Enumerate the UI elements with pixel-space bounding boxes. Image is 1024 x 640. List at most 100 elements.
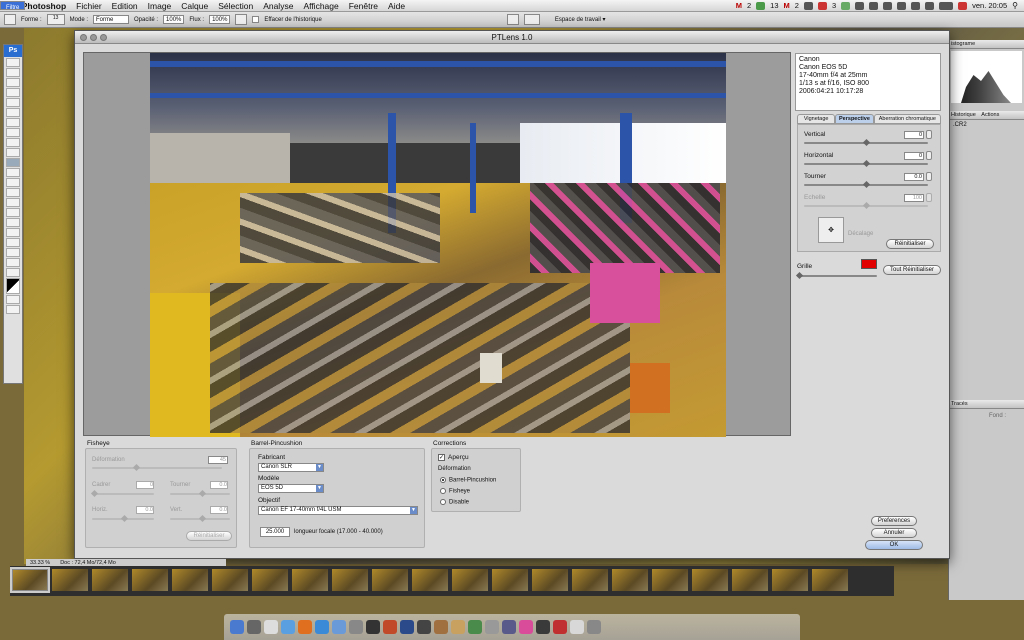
brush-tool-icon[interactable] <box>6 128 20 137</box>
effacer-historique-checkbox[interactable] <box>252 16 260 23</box>
ichat-icon[interactable] <box>315 620 329 634</box>
decalage-pad[interactable]: ✥ <box>818 217 844 243</box>
film-thumb[interactable] <box>412 569 448 591</box>
preferences-button[interactable]: Preferences <box>871 516 917 526</box>
tourner-slider-thumb[interactable] <box>862 180 871 189</box>
crop-tool-icon[interactable] <box>6 98 20 107</box>
app-icon[interactable] <box>485 620 499 634</box>
echelle-stepper[interactable] <box>926 193 932 202</box>
tab-perspective[interactable]: Perspective <box>835 114 874 124</box>
film-thumb[interactable] <box>572 569 608 591</box>
hand-tool-icon[interactable] <box>6 258 20 267</box>
acrobat-icon[interactable] <box>553 620 567 634</box>
volume-icon[interactable] <box>925 1 935 10</box>
workspace-menu[interactable]: Espace de travail ▾ <box>555 16 606 23</box>
perspective-reset-button[interactable]: Réinitialiser <box>886 239 934 249</box>
finder-icon[interactable] <box>230 620 244 634</box>
tourner-stepper[interactable] <box>926 172 932 181</box>
menu-calque[interactable]: Calque <box>176 0 213 12</box>
radio-barrel[interactable]: Barrel-Pincushion <box>440 477 496 484</box>
modele-select[interactable]: EOS 5D ▼ <box>258 484 324 493</box>
film-thumb[interactable] <box>252 569 288 591</box>
pen-tool-icon[interactable] <box>6 198 20 207</box>
app-icon[interactable] <box>366 620 380 634</box>
film-thumb[interactable] <box>732 569 768 591</box>
app-icon[interactable] <box>570 620 584 634</box>
fisheye-deformation-thumb[interactable] <box>132 463 141 472</box>
move-tool-icon[interactable] <box>6 58 20 67</box>
tab-aberration[interactable]: Aberration chromatique <box>873 114 941 124</box>
app-icon[interactable] <box>536 620 550 634</box>
app-icon[interactable] <box>434 620 448 634</box>
focal-length-field[interactable]: 25.000 <box>260 527 290 537</box>
film-thumb[interactable] <box>132 569 168 591</box>
type-tool-icon[interactable] <box>6 208 20 217</box>
fisheye-deformation-field[interactable]: 45 <box>208 456 228 464</box>
radio-barrel-button[interactable] <box>440 477 446 483</box>
fisheye-vert-thumb[interactable] <box>198 514 207 523</box>
slice-tool-icon[interactable] <box>6 108 20 117</box>
tourner-field[interactable]: 0.0 <box>904 173 924 181</box>
quick-mask-icon[interactable] <box>6 295 20 304</box>
fisheye-deformation-slider[interactable] <box>92 463 222 472</box>
address-book-icon[interactable] <box>332 620 346 634</box>
photoshop-app-icon[interactable] <box>400 620 414 634</box>
chat-icon[interactable] <box>756 1 766 10</box>
fisheye-tourner-slider[interactable] <box>170 489 230 498</box>
echelle-field[interactable]: 100 <box>904 194 924 202</box>
film-thumb[interactable] <box>692 569 728 591</box>
app-icon[interactable] <box>451 620 465 634</box>
apercu-checkbox-row[interactable]: ✓ Aperçu <box>438 454 469 461</box>
film-thumb[interactable] <box>492 569 528 591</box>
history-file-item[interactable]: .CR2 <box>949 120 1024 130</box>
tab-vignetage[interactable]: Vignetage <box>797 114 836 124</box>
eraser-tool-icon[interactable] <box>6 158 20 167</box>
menu-fenetre[interactable]: Fenêtre <box>344 0 383 12</box>
histogram-tab[interactable]: istograme <box>949 40 1024 49</box>
sync-icon[interactable] <box>869 1 879 10</box>
lasso-tool-icon[interactable] <box>6 78 20 87</box>
vertical-stepper[interactable] <box>926 130 932 139</box>
horizontal-stepper[interactable] <box>926 151 932 160</box>
fisheye-reset-button[interactable]: Réinitialiser <box>186 531 232 541</box>
fisheye-horiz-field[interactable]: 0.0 <box>136 506 154 514</box>
close-icon[interactable] <box>80 34 87 41</box>
notes-tool-icon[interactable] <box>6 238 20 247</box>
fisheye-cadrer-slider[interactable] <box>90 489 154 498</box>
app-icon[interactable] <box>803 1 813 10</box>
mode-select[interactable]: Forme <box>93 15 130 24</box>
fisheye-horiz-slider[interactable] <box>92 514 154 523</box>
film-thumb[interactable] <box>452 569 488 591</box>
bridge-app-icon[interactable] <box>383 620 397 634</box>
fabricant-select[interactable]: Canon SLR ▼ <box>258 463 324 472</box>
radio-disable[interactable]: Disable <box>440 499 469 506</box>
app-icon[interactable] <box>502 620 516 634</box>
grid-color-swatch[interactable] <box>861 259 877 269</box>
film-thumb[interactable] <box>172 569 208 591</box>
film-thumb[interactable] <box>772 569 808 591</box>
zoom-tool-icon[interactable] <box>6 268 20 277</box>
film-thumb[interactable] <box>812 569 848 591</box>
film-thumb[interactable] <box>372 569 408 591</box>
screen-mode-icon[interactable] <box>6 305 20 314</box>
dodge-tool-icon[interactable] <box>6 188 20 197</box>
color-swatches-icon[interactable] <box>6 278 20 294</box>
horizontal-slider-thumb[interactable] <box>862 159 871 168</box>
preview-area[interactable] <box>83 52 791 437</box>
cancel-button[interactable]: Annuler <box>871 528 917 538</box>
film-thumb-selected[interactable] <box>10 567 50 593</box>
radio-fisheye-button[interactable] <box>440 488 446 494</box>
ok-button[interactable]: OK <box>865 540 923 550</box>
firefox-icon[interactable] <box>298 620 312 634</box>
minimize-icon[interactable] <box>90 34 97 41</box>
ps-logo[interactable]: Ps <box>4 45 22 57</box>
film-thumb[interactable] <box>612 569 648 591</box>
menu-image[interactable]: Image <box>143 0 177 12</box>
actions-tab[interactable]: Actions <box>981 112 999 118</box>
app-icon[interactable] <box>468 620 482 634</box>
wifi-icon[interactable] <box>911 1 921 10</box>
traces-tab[interactable]: Tracés <box>949 400 1024 409</box>
battery-icon[interactable] <box>939 1 954 10</box>
fisheye-horiz-thumb[interactable] <box>120 514 129 523</box>
itunes-icon[interactable] <box>349 620 363 634</box>
